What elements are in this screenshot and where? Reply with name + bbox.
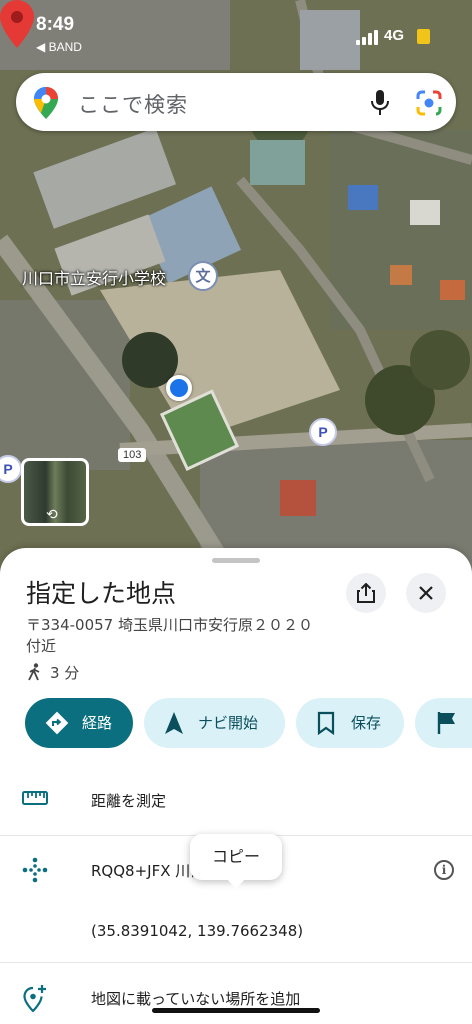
walking-icon	[28, 663, 40, 681]
copy-tooltip[interactable]: コピー	[190, 834, 282, 889]
ruler-icon	[22, 791, 48, 805]
current-location-dot	[166, 375, 192, 401]
coordinates-value[interactable]: (35.8391042, 139.7662348)	[91, 922, 303, 940]
walking-time-value: 3 分	[50, 664, 80, 682]
add-location-icon	[23, 985, 46, 1012]
place-address: 〒334-0057 埼玉県川口市安行原２０２０付近	[26, 616, 313, 655]
dropped-pin-icon[interactable]	[0, 0, 34, 48]
microphone-icon[interactable]	[371, 90, 389, 116]
coordinates-row[interactable]: (35.8391042, 139.7662348)	[0, 914, 472, 954]
map-school-label[interactable]: 川口市立安行小学校	[22, 265, 166, 289]
home-indicator[interactable]	[152, 1008, 320, 1013]
measure-distance-row[interactable]: 距離を測定	[0, 778, 472, 822]
bookmark-icon	[317, 711, 335, 735]
navigation-icon	[165, 712, 183, 734]
save-label: 保存	[351, 714, 382, 732]
back-to-app-link[interactable]: ◀ BAND	[36, 40, 82, 54]
flag-icon	[437, 712, 455, 734]
navigation-label: ナビ開始	[198, 714, 259, 732]
close-button[interactable]	[406, 573, 446, 613]
search-input[interactable]: ここで検索	[78, 89, 188, 119]
share-icon	[357, 583, 375, 603]
map-view[interactable]: 8:49 ◀ BAND 4G ここで検索 川口市立安行小学校 文 P P 103…	[0, 0, 472, 575]
directions-label: 経路	[82, 714, 113, 732]
google-lens-icon[interactable]	[416, 90, 442, 116]
label-button[interactable]	[415, 698, 472, 748]
google-maps-logo-icon	[34, 87, 58, 119]
network-type: 4G	[384, 27, 405, 44]
start-navigation-button[interactable]: ナビ開始	[144, 698, 285, 748]
info-icon[interactable]: i	[434, 860, 454, 880]
share-button[interactable]	[346, 573, 386, 613]
sheet-drag-handle[interactable]	[212, 558, 260, 563]
school-marker-icon[interactable]: 文	[188, 261, 218, 291]
add-missing-place-label: 地図に載っていない場所を追加	[91, 990, 301, 1008]
place-details-sheet: 指定した地点 〒334-0057 埼玉県川口市安行原２０２０付近 3 分 経路	[0, 548, 472, 1024]
directions-icon	[45, 711, 69, 735]
place-title: 指定した地点	[26, 579, 177, 608]
street-view-thumbnail[interactable]: ⟲	[21, 458, 89, 526]
status-time: 8:49	[36, 14, 75, 35]
save-button[interactable]: 保存	[296, 698, 404, 748]
action-chips: 経路 ナビ開始 保存	[25, 698, 472, 750]
directions-button[interactable]: 経路	[25, 698, 133, 748]
plus-code-icon	[22, 857, 48, 883]
divider	[0, 962, 472, 963]
road-number-badge: 103	[118, 448, 147, 462]
close-icon	[419, 586, 433, 600]
battery-icon	[417, 29, 430, 44]
search-bar[interactable]: ここで検索	[16, 73, 456, 131]
rotate-360-icon: ⟲	[46, 507, 58, 523]
signal-strength-icon	[356, 29, 380, 45]
measure-distance-label: 距離を測定	[91, 792, 167, 810]
walking-time: 3 分	[28, 662, 79, 683]
parking-marker-icon[interactable]: P	[309, 418, 337, 446]
status-bar: 8:49 ◀ BAND 4G	[0, 0, 472, 56]
